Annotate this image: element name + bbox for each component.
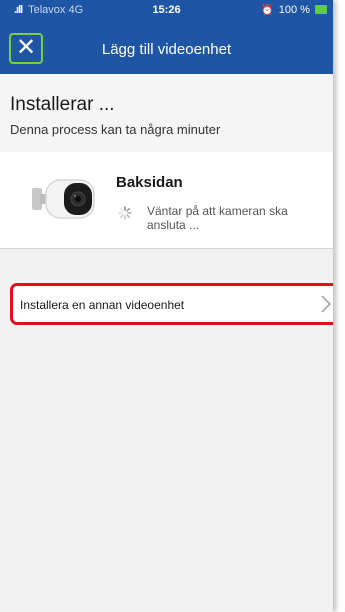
outdoor-camera-icon (32, 179, 95, 219)
battery-percent: 100 % (278, 4, 310, 16)
device-status-text: Väntar på att kameran ska ansluta ... (147, 204, 288, 232)
install-other-device-row[interactable]: Installera en annan videoenhet (10, 283, 333, 325)
install-subtitle: Denna process kan ta några minuter (10, 122, 221, 137)
install-other-device-label: Installera en annan videoenhet (20, 298, 185, 312)
app-header: .ıll Telavox 4G 15:26 ⏰ 100 % ✕ Lägg til… (0, 0, 333, 74)
device-name: Baksidan (116, 174, 183, 191)
loading-spinner-icon (118, 206, 132, 220)
page-title: Lägg till videoenhet (101, 41, 232, 58)
chevron-right-icon (321, 295, 331, 313)
device-card: Baksidan Väntar på att kameran ska anslu… (0, 152, 333, 249)
status-right: ⏰ 100 % (261, 4, 327, 16)
install-title: Installerar ... (10, 94, 115, 115)
nav-bar: ✕ Lägg till videoenhet (0, 28, 333, 72)
battery-icon (315, 5, 327, 14)
alarm-icon: ⏰ (261, 5, 274, 16)
phone-screen: .ıll Telavox 4G 15:26 ⏰ 100 % ✕ Lägg til… (0, 0, 333, 612)
install-status-section: Installerar ... Denna process kan ta någ… (0, 74, 333, 153)
status-bar: .ıll Telavox 4G 15:26 ⏰ 100 % (0, 0, 333, 22)
